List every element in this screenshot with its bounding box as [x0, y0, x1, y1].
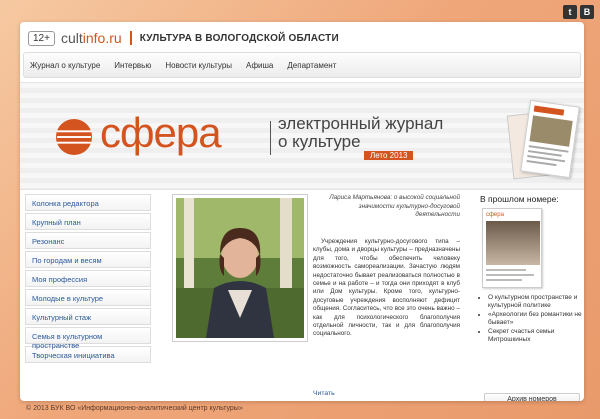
age-rating-badge: 12+: [28, 30, 55, 46]
banner-season: Лето 2013: [364, 151, 414, 160]
banner-brand: сфера: [100, 109, 222, 156]
sidebar-item-closeup[interactable]: Крупный план: [25, 213, 151, 230]
logo-main-text: cult: [60, 30, 83, 46]
twitter-icon[interactable]: t: [563, 5, 577, 19]
sidebar-item-profession[interactable]: Моя профессия: [25, 270, 151, 287]
main-nav: Журнал о культуре Интервью Новости культ…: [23, 52, 581, 78]
previous-issue-cover[interactable]: сфера: [482, 208, 542, 288]
list-item[interactable]: Секрет счастья семьи Митрошкиных: [488, 328, 584, 344]
article: Лариса Мартьянова: о высокой социальной …: [172, 194, 460, 397]
banner-subtitle: электронный журнал о культуре: [278, 115, 443, 151]
sidebar-item-towns[interactable]: По городам и весям: [25, 251, 151, 268]
article-photo[interactable]: [172, 194, 308, 342]
cover-logo: сфера: [486, 212, 504, 218]
banner-subtitle-line2: о культуре: [278, 132, 361, 151]
list-item[interactable]: «Археологии без романтики не бывает»: [488, 311, 584, 327]
logo-accent-text: info.ru: [82, 30, 122, 46]
nav-afisha[interactable]: Афиша: [246, 61, 273, 70]
footer-copyright: © 2013 БУК ВО «Информационно-аналитическ…: [26, 405, 243, 412]
header-divider: [129, 31, 132, 45]
site-logo[interactable]: cultinfo.ru: [61, 30, 122, 46]
banner-divider: [270, 121, 271, 155]
banner-subtitle-line1: электронный журнал: [278, 114, 444, 133]
previous-issue-title: В прошлом номере:: [480, 194, 559, 204]
previous-issue-list: О культурном пространстве и культурной п…: [480, 294, 584, 344]
magazine-image: [520, 99, 580, 179]
sidebar-menu: Колонка редактора Крупный план Резонанс …: [25, 194, 151, 365]
site-header: 12+ cultinfo.ru КУЛЬТУРА В ВОЛОГОДСКОЙ О…: [28, 30, 339, 46]
nav-journal[interactable]: Журнал о культуре: [30, 61, 100, 70]
nav-news[interactable]: Новости культуры: [165, 61, 232, 70]
journal-banner: сфера электронный журнал о культуре Лето…: [20, 82, 584, 190]
sidebar-item-experience[interactable]: Культурный стаж: [25, 308, 151, 325]
portrait-image: [176, 198, 304, 338]
site-title: КУЛЬТУРА В ВОЛОГОДСКОЙ ОБЛАСТИ: [139, 32, 339, 44]
nav-interview[interactable]: Интервью: [114, 61, 151, 70]
read-more-link[interactable]: Читать: [313, 390, 335, 397]
sfera-logo-icon: [55, 118, 93, 156]
article-body: Учреждения культурно-досугового типа – к…: [313, 238, 460, 338]
list-item[interactable]: О культурном пространстве и культурной п…: [488, 294, 584, 310]
archive-button[interactable]: Архив номеров: [484, 393, 580, 401]
previous-issue: В прошлом номере: сфера О культурном про…: [480, 194, 584, 401]
page-container: 12+ cultinfo.ru КУЛЬТУРА В ВОЛОГОДСКОЙ О…: [20, 22, 584, 401]
social-links: t B: [563, 5, 594, 19]
sidebar-item-family[interactable]: Семья в культурном пространстве: [25, 327, 151, 350]
nav-department[interactable]: Департамент: [287, 61, 336, 70]
vk-icon[interactable]: B: [580, 5, 594, 19]
sidebar-item-editor-column[interactable]: Колонка редактора: [25, 194, 151, 211]
sidebar-item-resonance[interactable]: Резонанс: [25, 232, 151, 249]
sidebar-item-youth[interactable]: Молодые в культуре: [25, 289, 151, 306]
article-caption: Лариса Мартьянова: о высокой социальной …: [329, 194, 460, 218]
